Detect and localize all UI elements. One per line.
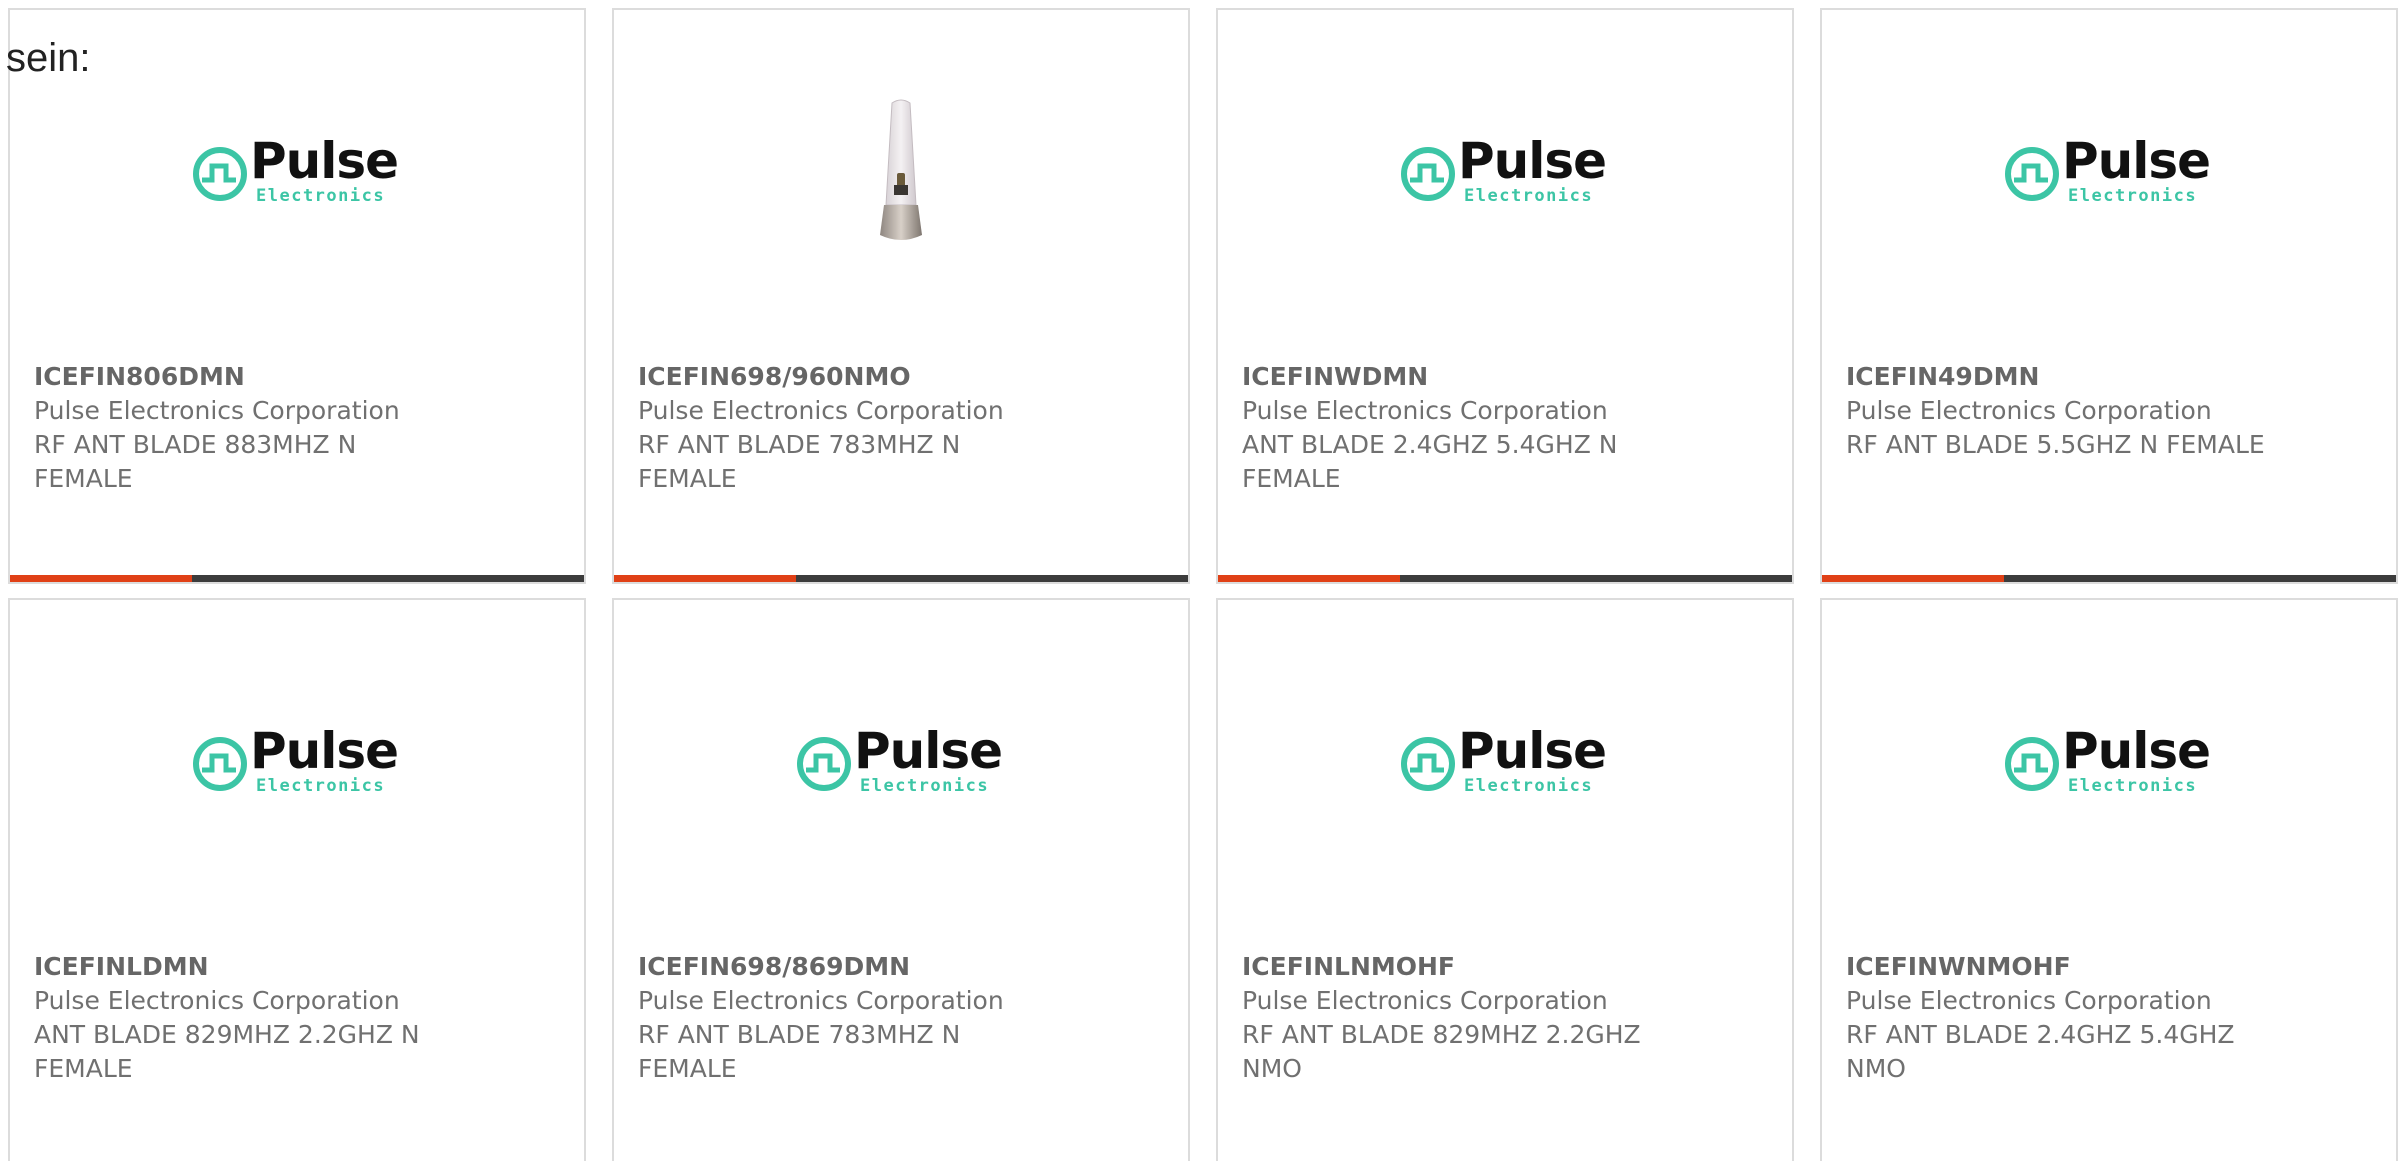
product-image[interactable]: Pulse Electronics	[614, 600, 1188, 930]
product-description: RF ANT BLADE 883MHZ N FEMALE	[34, 430, 357, 493]
part-number[interactable]: ICEFIN49DMN	[1846, 360, 2266, 394]
product-card[interactable]: Pulse Electronics ICEFINWDMN Pulse Elect…	[1216, 8, 1794, 584]
pulse-electronics-logo: Pulse Electronics	[1400, 136, 1610, 208]
product-image[interactable]: Pulse Electronics	[1218, 10, 1792, 340]
manufacturer: Pulse Electronics Corporation	[34, 396, 400, 425]
manufacturer: Pulse Electronics Corporation	[638, 986, 1004, 1015]
card-bottom-bar	[614, 575, 1188, 582]
product-info: ICEFINLNMOHF Pulse Electronics Corporati…	[1242, 950, 1662, 1086]
product-description: RF ANT BLADE 783MHZ N FEMALE	[638, 1020, 961, 1083]
card-bottom-bar	[10, 575, 584, 582]
product-description: RF ANT BLADE 2.4GHZ 5.4GHZ NMO	[1846, 1020, 2235, 1083]
product-image[interactable]: Pulse Electronics	[10, 600, 584, 930]
pulse-logo-icon	[193, 147, 247, 201]
pulse-logo-icon	[1401, 737, 1455, 791]
card-bar-accent	[1218, 575, 1400, 582]
pulse-electronics-logo: Pulse Electronics	[192, 726, 402, 798]
card-bar-accent	[614, 575, 796, 582]
manufacturer: Pulse Electronics Corporation	[1846, 396, 2212, 425]
product-card[interactable]: ICEFIN698/960NMO Pulse Electronics Corpo…	[612, 8, 1190, 584]
pulse-logo-icon	[2005, 737, 2059, 791]
intro-text: sein:	[6, 36, 91, 80]
card-bar-accent	[10, 575, 192, 582]
product-image[interactable]: Pulse Electronics	[1822, 10, 2396, 340]
card-bottom-bar	[1822, 575, 2396, 582]
product-image[interactable]: Pulse Electronics	[10, 10, 584, 340]
product-card[interactable]: Pulse Electronics ICEFIN806DMN Pulse Ele…	[8, 8, 586, 584]
part-number[interactable]: ICEFINLNMOHF	[1242, 950, 1662, 984]
product-image[interactable]: Pulse Electronics	[1822, 600, 2396, 930]
part-number[interactable]: ICEFIN698/869DMN	[638, 950, 1058, 984]
manufacturer: Pulse Electronics Corporation	[34, 986, 400, 1015]
product-info: ICEFINLDMN Pulse Electronics Corporation…	[34, 950, 454, 1086]
pulse-logo-icon	[797, 737, 851, 791]
pulse-logo-icon	[193, 737, 247, 791]
manufacturer: Pulse Electronics Corporation	[638, 396, 1004, 425]
pulse-electronics-logo: Pulse Electronics	[192, 136, 402, 208]
product-description: RF ANT BLADE 829MHZ 2.2GHZ NMO	[1242, 1020, 1641, 1083]
product-card[interactable]: Pulse Electronics ICEFINWNMOHF Pulse Ele…	[1820, 598, 2398, 1161]
product-image[interactable]: Pulse Electronics	[1218, 600, 1792, 930]
pulse-logo-icon	[1401, 147, 1455, 201]
product-info: ICEFIN698/869DMN Pulse Electronics Corpo…	[638, 950, 1058, 1086]
product-description: RF ANT BLADE 783MHZ N FEMALE	[638, 430, 961, 493]
product-description: ANT BLADE 829MHZ 2.2GHZ N FEMALE	[34, 1020, 420, 1083]
product-grid-page: sein: Pulse Electronics ICEFIN806DMN Pul…	[0, 0, 2400, 1161]
part-number[interactable]: ICEFINWDMN	[1242, 360, 1662, 394]
product-card[interactable]: Pulse Electronics ICEFINLNMOHF Pulse Ele…	[1216, 598, 1794, 1161]
pulse-electronics-logo: Pulse Electronics	[2004, 136, 2214, 208]
product-image[interactable]	[614, 10, 1188, 340]
manufacturer: Pulse Electronics Corporation	[1242, 986, 1608, 1015]
part-number[interactable]: ICEFIN806DMN	[34, 360, 454, 394]
product-description: RF ANT BLADE 5.5GHZ N FEMALE	[1846, 430, 2265, 459]
product-card[interactable]: Pulse Electronics ICEFIN698/869DMN Pulse…	[612, 598, 1190, 1161]
pulse-electronics-logo: Pulse Electronics	[796, 726, 1006, 798]
pulse-logo-icon	[2005, 147, 2059, 201]
pulse-electronics-logo: Pulse Electronics	[1400, 726, 1610, 798]
card-bar-accent	[1822, 575, 2004, 582]
part-number[interactable]: ICEFINLDMN	[34, 950, 454, 984]
product-card[interactable]: Pulse Electronics ICEFINLDMN Pulse Elect…	[8, 598, 586, 1161]
antenna-photo	[880, 99, 922, 240]
product-card[interactable]: Pulse Electronics ICEFIN49DMN Pulse Elec…	[1820, 8, 2398, 584]
manufacturer: Pulse Electronics Corporation	[1242, 396, 1608, 425]
product-description: ANT BLADE 2.4GHZ 5.4GHZ N FEMALE	[1242, 430, 1618, 493]
product-info: ICEFIN49DMN Pulse Electronics Corporatio…	[1846, 360, 2266, 462]
pulse-electronics-logo: Pulse Electronics	[2004, 726, 2214, 798]
product-info: ICEFINWNMOHF Pulse Electronics Corporati…	[1846, 950, 2266, 1086]
part-number[interactable]: ICEFINWNMOHF	[1846, 950, 2266, 984]
product-info: ICEFINWDMN Pulse Electronics Corporation…	[1242, 360, 1662, 496]
part-number[interactable]: ICEFIN698/960NMO	[638, 360, 1058, 394]
card-bottom-bar	[1218, 575, 1792, 582]
manufacturer: Pulse Electronics Corporation	[1846, 986, 2212, 1015]
product-info: ICEFIN806DMN Pulse Electronics Corporati…	[34, 360, 454, 496]
product-info: ICEFIN698/960NMO Pulse Electronics Corpo…	[638, 360, 1058, 496]
